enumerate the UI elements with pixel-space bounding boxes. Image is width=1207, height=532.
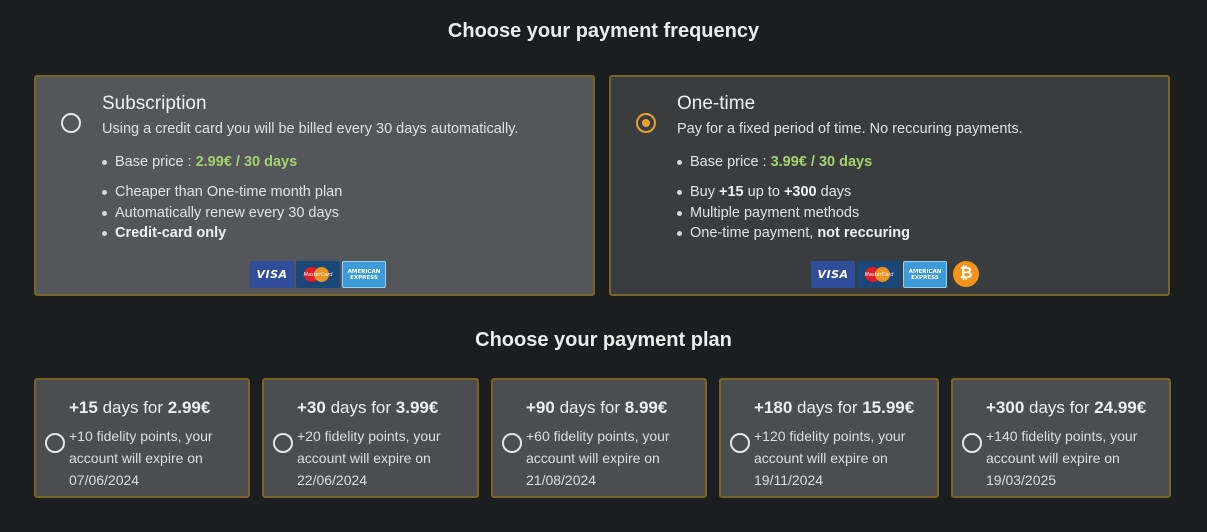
feature-item: One-time payment, not reccuring (677, 223, 910, 244)
plan-title: Choose your payment plan (475, 329, 732, 351)
plan-expiry-date: 19/11/2024 (754, 472, 824, 488)
plan-heading: +30 days for 3.99€ (297, 398, 439, 417)
onetime-base-price: Base price : 3.99€ / 30 days (676, 152, 873, 173)
plan-heading: +180 days for 15.99€ (754, 398, 915, 417)
onetime-title: One-time (677, 93, 756, 114)
subscription-option[interactable]: Subscription Using a credit card you wil… (34, 75, 595, 296)
plan-option-300[interactable]: +300 days for 24.99€ +140 fidelity point… (951, 378, 1171, 498)
plan-option-30[interactable]: +30 days for 3.99€ +20 fidelity points, … (262, 378, 479, 498)
plan-details: +60 fidelity points, your account will ex… (526, 425, 670, 491)
base-price-label: Base price : (690, 154, 771, 170)
subscription-radio[interactable] (61, 113, 81, 133)
feature-item: Multiple payment methods (677, 203, 910, 224)
plan-radio[interactable] (45, 433, 65, 453)
mastercard-logo: MasterCard (857, 261, 901, 288)
onetime-price-list: Base price : 3.99€ / 30 days (676, 152, 873, 173)
feature-credit-card-only: Credit-card only (115, 225, 227, 241)
subscription-price-list: Base price : 2.99€ / 30 days (101, 152, 298, 173)
plan-option-15[interactable]: +15 days for 2.99€ +10 fidelity points, … (34, 378, 250, 498)
frequency-title: Choose your payment frequency (447, 20, 760, 42)
plan-heading: +300 days for 24.99€ (986, 398, 1147, 417)
amex-logo: AMERICAN EXPRESS (903, 261, 947, 288)
bitcoin-icon: ₿ (953, 261, 979, 287)
onetime-feature-list: Buy +15 up to +300 days Multiple payment… (677, 182, 910, 244)
plan-heading: +90 days for 8.99€ (526, 398, 668, 417)
visa-logo: VISA (811, 261, 855, 288)
subscription-payment-logos: VISA MasterCard AMERICAN EXPRESS (250, 261, 386, 288)
subscription-description: Using a credit card you will be billed e… (102, 121, 519, 137)
amex-logo: AMERICAN EXPRESS (342, 261, 386, 288)
onetime-option[interactable]: One-time Pay for a fixed period of time.… (609, 75, 1170, 296)
plan-expiry-date: 19/03/2025 (986, 472, 1057, 488)
plan-details: +20 fidelity points, your account will ex… (297, 425, 441, 491)
plan-option-90[interactable]: +90 days for 8.99€ +60 fidelity points, … (491, 378, 707, 498)
plan-radio[interactable] (502, 433, 522, 453)
subscription-title: Subscription (102, 93, 207, 114)
plan-option-180[interactable]: +180 days for 15.99€ +120 fidelity point… (719, 378, 939, 498)
plan-details: +140 fidelity points, your account will e… (986, 425, 1137, 491)
base-price-value: 2.99€ / 30 days (195, 154, 298, 170)
onetime-payment-logos: VISA MasterCard AMERICAN EXPRESS ₿ (811, 261, 979, 288)
feature-item: Automatically renew every 30 days (101, 203, 342, 224)
subscription-base-price: Base price : 2.99€ / 30 days (101, 152, 298, 173)
visa-logo: VISA (250, 261, 294, 288)
base-price-label: Base price : (115, 154, 196, 170)
feature-item: Buy +15 up to +300 days (677, 182, 910, 203)
plan-expiry-date: 21/08/2024 (526, 472, 597, 488)
onetime-radio[interactable] (636, 113, 656, 133)
plan-radio[interactable] (730, 433, 750, 453)
feature-item: Cheaper than One-time month plan (101, 182, 342, 203)
subscription-feature-list: Cheaper than One-time month plan Automat… (101, 182, 342, 244)
plan-radio[interactable] (273, 433, 293, 453)
feature-item: Credit-card only (101, 223, 342, 244)
plan-radio[interactable] (962, 433, 982, 453)
onetime-description: Pay for a fixed period of time. No reccu… (677, 121, 1023, 137)
plan-heading: +15 days for 2.99€ (69, 398, 211, 417)
plan-details: +10 fidelity points, your account will ex… (69, 425, 213, 491)
plan-expiry-date: 07/06/2024 (69, 472, 140, 488)
base-price-value: 3.99€ / 30 days (770, 154, 873, 170)
mastercard-logo: MasterCard (296, 261, 340, 288)
plan-details: +120 fidelity points, your account will e… (754, 425, 905, 491)
plan-expiry-date: 22/06/2024 (297, 472, 368, 488)
